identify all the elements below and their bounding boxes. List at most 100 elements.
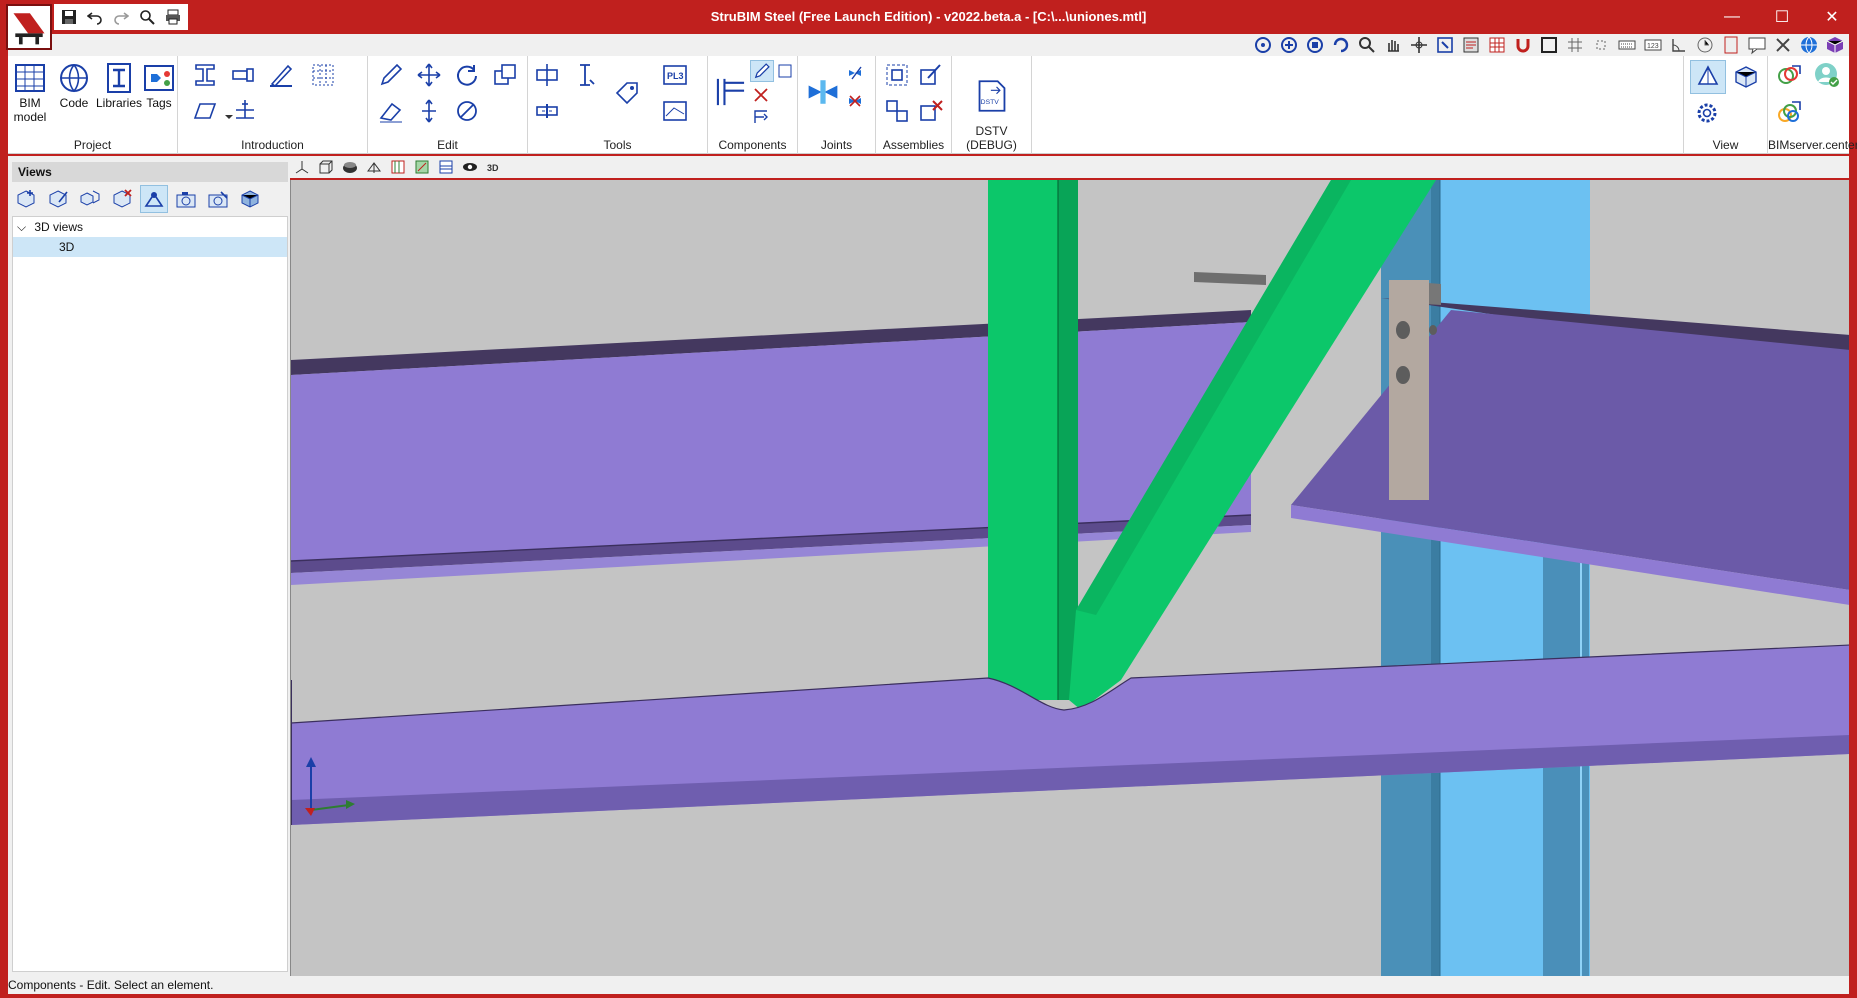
view-properties-icon[interactable] xyxy=(140,185,168,213)
snap-magnet-icon[interactable] xyxy=(1513,35,1533,55)
component-delete-icon[interactable] xyxy=(752,86,770,104)
component-profile-button[interactable] xyxy=(712,72,750,112)
minimize-button[interactable]: — xyxy=(1707,0,1757,34)
dstv-export-button[interactable]: DSTV xyxy=(972,76,1012,116)
insert-plate-button[interactable] xyxy=(228,60,258,90)
pl3-button[interactable]: PL3 xyxy=(660,60,690,90)
close-button[interactable]: ✕ xyxy=(1807,0,1857,34)
steel-beam-purple-right[interactable] xyxy=(1291,298,1849,605)
tag-button[interactable] xyxy=(612,78,642,108)
display-settings-icon[interactable] xyxy=(438,159,454,175)
delete-assembly-button[interactable] xyxy=(916,96,946,126)
erase-button[interactable] xyxy=(376,96,406,126)
app-logo[interactable] xyxy=(6,4,52,50)
calculator-icon[interactable] xyxy=(1721,35,1741,55)
view-3d-box-button[interactable] xyxy=(1728,60,1764,94)
tree-node-3d[interactable]: 3D xyxy=(13,237,287,257)
libraries-button[interactable]: Libraries xyxy=(96,60,142,110)
section-icon[interactable] xyxy=(390,159,406,175)
insert-weld-button[interactable] xyxy=(266,60,296,90)
copy-button[interactable] xyxy=(490,60,520,90)
insert-column-button[interactable] xyxy=(230,96,260,126)
delete-view-icon[interactable] xyxy=(108,185,136,213)
steel-beam-purple-i-section[interactable] xyxy=(291,310,1252,585)
dots-snap-icon[interactable] xyxy=(1591,35,1611,55)
split-assembly-button[interactable] xyxy=(882,96,912,126)
angle-icon[interactable] xyxy=(1669,35,1689,55)
refresh-icon[interactable] xyxy=(1331,35,1351,55)
edit-view-icon[interactable] xyxy=(44,185,72,213)
select-box-icon[interactable] xyxy=(1539,35,1559,55)
insert-slab-button[interactable] xyxy=(190,96,220,126)
globe-icon[interactable] xyxy=(1799,35,1819,55)
tree-node-3d-views[interactable]: ⌵ 3D views xyxy=(13,217,287,237)
plate-drawing-button[interactable] xyxy=(660,96,690,126)
measure-button[interactable] xyxy=(570,60,600,90)
view-settings-button[interactable] xyxy=(1692,98,1722,128)
new-view-icon[interactable] xyxy=(12,185,40,213)
dimension-icon[interactable]: 123 xyxy=(1643,35,1663,55)
bimserver-sync-button[interactable] xyxy=(1774,96,1804,126)
grid-icon[interactable] xyxy=(1565,35,1585,55)
perspective-icon[interactable] xyxy=(366,159,382,175)
rotate-button[interactable] xyxy=(452,60,482,90)
code-button[interactable]: Code xyxy=(52,60,96,110)
tree-node-label: 3D xyxy=(59,240,75,254)
tags-icon xyxy=(144,65,174,91)
cube-icon[interactable] xyxy=(1825,35,1845,55)
edit-assembly-button[interactable] xyxy=(916,60,946,90)
grid-dots-icon xyxy=(312,64,334,86)
chevron-down-icon[interactable]: ⌵ xyxy=(17,217,31,237)
move-view-icon[interactable] xyxy=(1409,35,1429,55)
bim-model-button[interactable]: BIM model xyxy=(8,60,52,124)
section-box-icon[interactable] xyxy=(414,159,430,175)
move-button[interactable] xyxy=(414,60,444,90)
camera-icon[interactable] xyxy=(172,185,200,213)
joint-delete-icon[interactable] xyxy=(846,92,864,110)
library-book-icon xyxy=(107,63,131,93)
bimserver-user-button[interactable] xyxy=(1812,60,1842,90)
visibility-eye-icon[interactable] xyxy=(462,159,478,175)
3d-viewport[interactable] xyxy=(290,180,1849,977)
stretch-button[interactable] xyxy=(414,96,444,126)
maximize-button[interactable]: ☐ xyxy=(1757,0,1807,34)
insert-joint-button[interactable] xyxy=(804,72,842,112)
align-button[interactable] xyxy=(532,60,562,90)
component-edit-button[interactable] xyxy=(750,60,774,82)
component-explode-icon[interactable] xyxy=(752,108,770,126)
tools-icon[interactable] xyxy=(1773,35,1793,55)
fit-selection-icon[interactable] xyxy=(1435,35,1455,55)
insert-beam-button[interactable] xyxy=(190,60,220,90)
zoom-extents-icon[interactable] xyxy=(1279,35,1299,55)
grid-table-icon[interactable] xyxy=(1487,35,1507,55)
wireframe-cube-icon[interactable] xyxy=(318,159,334,175)
orbit-icon[interactable] xyxy=(1253,35,1273,55)
component-copy-icon[interactable] xyxy=(776,62,794,80)
shaded-icon[interactable] xyxy=(342,159,358,175)
split-button[interactable] xyxy=(532,96,562,126)
joint-icon xyxy=(808,80,838,104)
window-title: StruBIM Steel (Free Launch Edition) - v2… xyxy=(710,9,1147,24)
create-assembly-button[interactable] xyxy=(882,60,912,90)
rotate-3d-button[interactable] xyxy=(452,96,482,126)
view-cube-icon[interactable] xyxy=(236,185,264,213)
clock-icon[interactable] xyxy=(1695,35,1715,55)
axes-icon[interactable] xyxy=(294,159,310,175)
view-layers-button[interactable] xyxy=(1690,60,1726,94)
edit-pencil-button[interactable] xyxy=(376,60,406,90)
copy-view-icon[interactable] xyxy=(76,185,104,213)
zoom-icon[interactable] xyxy=(1357,35,1377,55)
bimserver-group: BIMserver.center xyxy=(1768,56,1857,154)
comment-icon[interactable] xyxy=(1747,35,1767,55)
zoom-window-icon[interactable] xyxy=(1305,35,1325,55)
keyboard-icon[interactable] xyxy=(1617,35,1637,55)
tags-button[interactable]: Tags xyxy=(142,60,176,110)
bimserver-share-button[interactable] xyxy=(1774,60,1804,90)
pan-hand-icon[interactable] xyxy=(1383,35,1403,55)
joint-edit-icon[interactable] xyxy=(846,64,864,82)
grid-lines-button[interactable] xyxy=(308,60,338,90)
view-3d-toggle-icon[interactable]: 3D xyxy=(486,159,502,175)
report-icon[interactable] xyxy=(1461,35,1481,55)
steel-tube-vertical-green[interactable] xyxy=(988,180,1078,700)
camera-settings-icon[interactable] xyxy=(204,185,232,213)
